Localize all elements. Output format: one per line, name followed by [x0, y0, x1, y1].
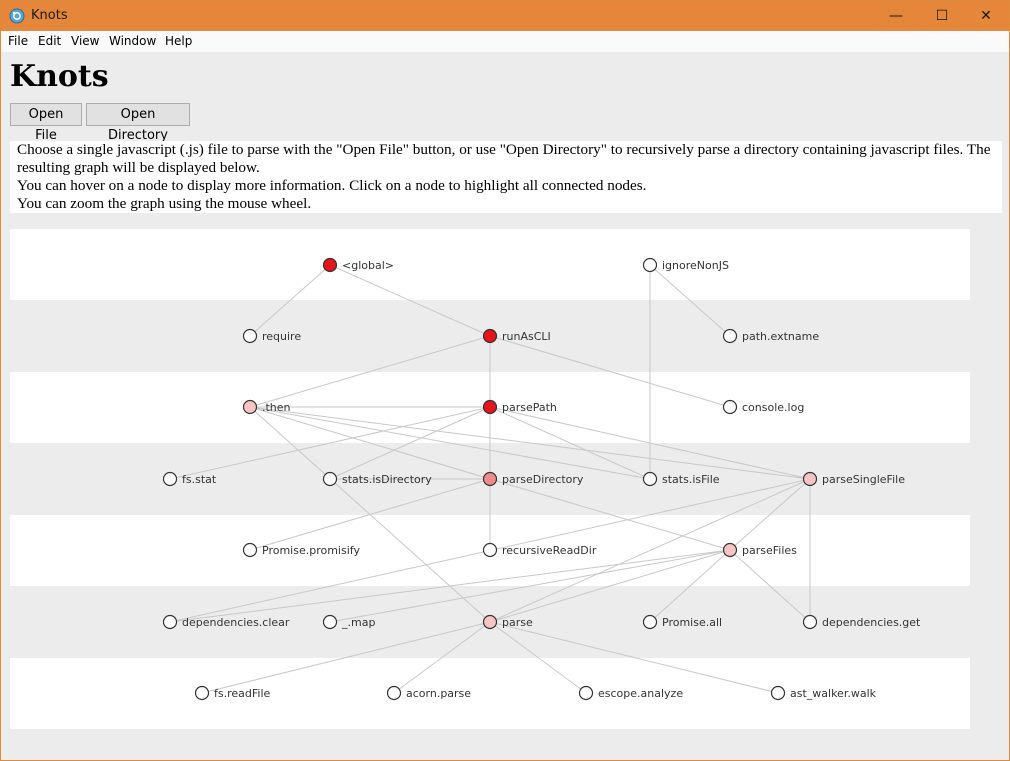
graph-node-circle[interactable] [802, 471, 818, 487]
call-graph[interactable]: <global> ignoreNonJS require runAsCLI path.e… [10, 229, 970, 729]
graph-node-circle[interactable] [242, 542, 258, 558]
graph-node-circle[interactable] [242, 328, 258, 344]
graph-node-label: _.map [341, 616, 375, 629]
title-bar: Knots — ☐ ✕ [1, 1, 1009, 31]
graph-node-label: Promise.promisify [262, 544, 360, 557]
graph-node-label: ast_walker.walk [790, 687, 877, 700]
open-directory-button[interactable]: Open Directory [86, 103, 190, 143]
graph-node-depget[interactable]: dependencies.get [802, 614, 922, 630]
open-file-button[interactable]: Open File [10, 103, 82, 143]
graph-node-circle[interactable] [642, 614, 658, 630]
graph-node-circle[interactable] [722, 542, 738, 558]
graph-node-label: Promise.all [662, 616, 722, 629]
graph-node-depclear[interactable]: dependencies.clear [162, 614, 290, 630]
window-title: Knots [31, 8, 68, 23]
graph-node-label: require [262, 330, 301, 343]
graph-node-label: parse [502, 616, 533, 629]
graph-node-label: parseDirectory [502, 473, 584, 486]
graph-node-circle[interactable] [482, 328, 498, 344]
graph-node-circle[interactable] [322, 614, 338, 630]
graph-node-circle[interactable] [482, 614, 498, 630]
graph-node-circle[interactable] [162, 471, 178, 487]
graph-node-circle[interactable] [242, 399, 258, 415]
graph-node-label: fs.readFile [214, 687, 271, 700]
graph-node-circle[interactable] [482, 399, 498, 415]
graph-node-then[interactable]: .then [242, 399, 291, 415]
graph-node-circle[interactable] [386, 685, 402, 701]
graph-node-circle[interactable] [322, 471, 338, 487]
graph-node-label: dependencies.get [822, 616, 921, 629]
menu-edit[interactable]: Edit [38, 34, 61, 48]
graph-node-fsreadfile[interactable]: fs.readFile [194, 685, 271, 701]
graph-node-circle[interactable] [482, 542, 498, 558]
menu-view[interactable]: View [71, 34, 99, 48]
graph-node-label: dependencies.clear [182, 616, 290, 629]
graph-node-label: ignoreNonJS [662, 259, 729, 272]
graph-node-label: recursiveReadDir [502, 544, 597, 557]
graph-node-promisify[interactable]: Promise.promisify [242, 542, 361, 558]
menu-window[interactable]: Window [109, 34, 156, 48]
maximize-button[interactable]: ☐ [919, 1, 965, 31]
graph-node-label: path.extname [742, 330, 819, 343]
close-icon: ✕ [980, 8, 992, 24]
graph-node-circle[interactable] [722, 399, 738, 415]
instructions-line: You can zoom the graph using the mouse w… [17, 195, 312, 212]
minimize-icon: — [889, 8, 903, 24]
knots-app-icon [9, 8, 25, 24]
graph-node-label: parseFiles [742, 544, 797, 557]
graph-node-global[interactable]: <global> [322, 257, 394, 273]
graph-node-require[interactable]: require [242, 328, 302, 344]
graph-node-parse[interactable]: parse [482, 614, 533, 630]
graph-node-circle[interactable] [578, 685, 594, 701]
graph-node-map[interactable]: _.map [322, 614, 376, 630]
menu-bar: File Edit View Window Help [1, 31, 1009, 52]
graph-node-label: <global> [342, 259, 394, 272]
graph-node-parsePath[interactable]: parsePath [482, 399, 557, 415]
graph-node-circle[interactable] [642, 257, 658, 273]
graph-node-runAsCLI[interactable]: runAsCLI [482, 328, 551, 344]
page-title: Knots [10, 59, 109, 94]
graph-band [10, 229, 970, 300]
graph-node-label: stats.isFile [662, 473, 720, 486]
graph-node-circle[interactable] [722, 328, 738, 344]
graph-node-parseFiles[interactable]: parseFiles [722, 542, 798, 558]
app-window: Knots — ☐ ✕ File Edit View Window Help K… [0, 0, 1010, 761]
instructions-line: You can hover on a node to display more … [17, 177, 647, 194]
graph-node-label: stats.isDirectory [342, 473, 432, 486]
graph-node-statsIsFile[interactable]: stats.isFile [642, 471, 720, 487]
graph-node-circle[interactable] [642, 471, 658, 487]
instructions-line: Choose a single javascript (.js) file to… [17, 141, 991, 176]
graph-node-label: console.log [742, 401, 804, 414]
graph-node-fsstat[interactable]: fs.stat [162, 471, 217, 487]
graph-node-label: parseSingleFile [822, 473, 905, 486]
graph-node-circle[interactable] [322, 257, 338, 273]
graph-node-label: fs.stat [182, 473, 217, 486]
maximize-icon: ☐ [935, 8, 949, 24]
graph-node-circle[interactable] [162, 614, 178, 630]
minimize-button[interactable]: — [873, 1, 919, 31]
instructions-panel: Choose a single javascript (.js) file to… [10, 141, 1002, 213]
graph-node-circle[interactable] [802, 614, 818, 630]
graph-node-circle[interactable] [770, 685, 786, 701]
graph-node-label: acorn.parse [406, 687, 471, 700]
graph-node-label: parsePath [502, 401, 557, 414]
graph-node-circle[interactable] [482, 471, 498, 487]
menu-help[interactable]: Help [165, 34, 192, 48]
graph-node-circle[interactable] [194, 685, 210, 701]
graph-node-label: escope.analyze [598, 687, 683, 700]
graph-node-label: .then [262, 401, 291, 414]
close-button[interactable]: ✕ [963, 1, 1009, 31]
graph-node-label: runAsCLI [502, 330, 551, 343]
menu-file[interactable]: File [8, 34, 28, 48]
